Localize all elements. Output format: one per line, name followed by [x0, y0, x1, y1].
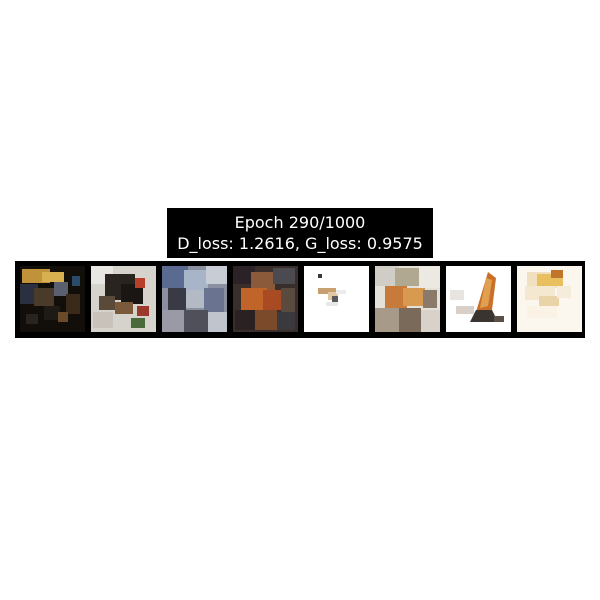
generated-sample-image [375, 266, 440, 332]
loss-label: D_loss: 1.2616, G_loss: 0.9575 [177, 234, 423, 253]
generated-sample-image [304, 266, 369, 332]
generated-sample-image [233, 266, 298, 332]
generated-sample-image [446, 266, 511, 332]
generated-sample-image [162, 266, 227, 332]
generated-sample-image [20, 266, 85, 332]
sample-grid [15, 261, 585, 338]
generated-sample-image [517, 266, 582, 332]
generated-sample-image [91, 266, 156, 332]
epoch-label: Epoch 290/1000 [234, 213, 366, 232]
figure-title: Epoch 290/1000 D_loss: 1.2616, G_loss: 0… [167, 208, 433, 258]
